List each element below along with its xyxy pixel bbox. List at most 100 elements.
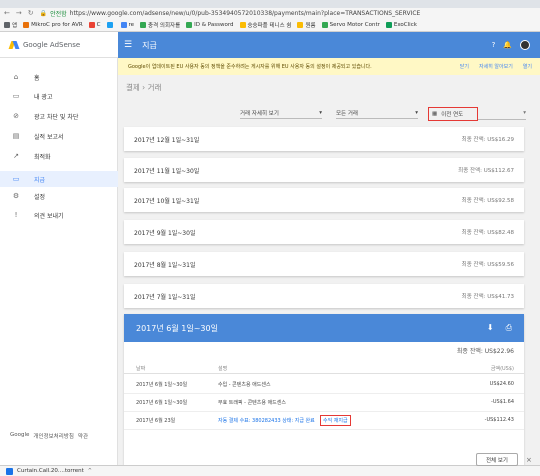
previous-year-button[interactable]: ▦ 이전 연도 [428, 107, 478, 121]
month-label: 2017년 7월 1일~31일 [134, 293, 196, 301]
month-card[interactable]: 2017년 8월 1일~31일 최종 잔액: US$59.56 [124, 252, 524, 276]
column-amount: 금액(US$) [490, 366, 514, 372]
sidebar-footer: Google 개인정보처리방침 약관 [10, 432, 88, 440]
sidebar-item-icon: ▭ [12, 92, 20, 100]
url-field[interactable]: 🔒 안전함 https://www.google.com/adsense/new… [40, 9, 421, 18]
reload-icon[interactable]: ↻ [28, 9, 34, 17]
chevron-up-icon[interactable]: ^ [88, 468, 92, 474]
bookmark-icon [186, 21, 193, 28]
transaction-type-select[interactable]: 모든 거래 ▾ [336, 107, 418, 119]
print-icon[interactable]: ⎙ [506, 323, 512, 333]
sidebar-item-8[interactable]: ! 의견 보내기 [0, 207, 118, 223]
sidebar-item-3[interactable]: ⊘ 광고 차단 및 차단 [0, 108, 118, 124]
bookmark-item[interactable]: ID & Password [186, 21, 234, 28]
bookmark-icon [120, 21, 127, 28]
table-row: 2017년 6월 1일~30일 수입 - 콘텐츠용 애드센스 US$24.60 [124, 376, 524, 394]
bookmark-item[interactable]: MikroC pro for AVR [23, 21, 83, 28]
transactions-table-header: 날짜 설명 금액(US$) [124, 362, 524, 374]
bookmark-label: ExoClick [393, 21, 417, 28]
row-date: 2017년 6월 1일~30일 [136, 400, 188, 406]
bookmark-item[interactable] [106, 21, 115, 28]
expanded-month-card: 2017년 6월 1일~30일 ⬇ ⎙ 최종 잔액: US$22.96 날짜 설… [124, 314, 524, 465]
bookmark-item[interactable]: 숭숭파플 테니스 쉼 [239, 21, 291, 29]
month-card[interactable]: 2017년 10월 1일~31일 최종 잔액: US$92.58 [124, 188, 524, 212]
help-icon[interactable]: ? [492, 41, 496, 49]
sidebar-item-label: 홈 [34, 74, 40, 82]
notice-dismiss-link[interactable]: 닫기 [460, 63, 469, 70]
row-date: 2017년 6월 1일~30일 [136, 382, 188, 388]
sidebar-item-6[interactable]: ▭ 지급 [0, 171, 118, 187]
download-file-name[interactable]: Curtain.Call.20....torrent [17, 468, 84, 474]
notification-bell-icon[interactable]: 🔔 [503, 41, 512, 49]
bookmark-icon [297, 21, 304, 28]
month-card[interactable]: 2017년 7월 1일~31일 최종 잔액: US$41.73 [124, 284, 524, 308]
expanded-month-title: 2017년 6월 1일~30일 [136, 323, 218, 333]
footer-google: Google [10, 432, 30, 438]
show-all-downloads-button[interactable]: 전체 보기 [476, 453, 518, 466]
address-bar[interactable]: ← → ↻ 🔒 안전함 https://www.google.com/adsen… [0, 8, 540, 18]
sidebar: ⌂ 홈 ▭ 내 광고 ⊘ 광고 차단 및 차단 ▤ 실적 보고서 ↗ 최적화 ▭ 지급 ⚙ 설정! 의견 보… [0, 58, 118, 465]
forward-icon[interactable]: → [16, 9, 22, 17]
table-row: 2017년 6월 23일 자동 결제 수표: 380282433 상태: 지급 완… [124, 412, 524, 430]
bookmark-icon [321, 21, 328, 28]
bookmark-item[interactable]: 충격 의회자를 [140, 21, 180, 29]
sidebar-item-7[interactable]: ⚙ 설정 [0, 188, 118, 204]
month-balance: 최종 잔액: US$92.58 [461, 198, 514, 204]
reissue-payment-link[interactable]: 수익 재지급 [320, 415, 351, 426]
sidebar-item-label: 실적 보고서 [34, 133, 64, 141]
adsense-logo-icon [8, 40, 20, 49]
transaction-view-value: 거래 자세히 보기 [240, 110, 279, 117]
page-title: 지급 [142, 40, 157, 50]
chevron-down-icon: ▾ [415, 109, 418, 116]
bookmark-item[interactable]: 앱 [4, 21, 17, 29]
bookmark-item[interactable]: 원룸 [297, 21, 316, 29]
footer-privacy-link[interactable]: 개인정보처리방침 [33, 432, 73, 440]
sidebar-item-1[interactable]: ⌂ 홈 [0, 69, 118, 85]
expanded-month-header[interactable]: 2017년 6월 1일~30일 ⬇ ⎙ [124, 314, 524, 342]
downloads-bar: Curtain.Call.20....torrent ^ [0, 465, 540, 476]
bookmark-item[interactable]: Servo Motor Contr [321, 21, 380, 28]
bookmarks-bar: 앱 MikroC pro for AVR Cre 충격 의회자를 ID & Passwo… [0, 18, 540, 32]
row-description[interactable]: 자동 결제 수표: 380282433 상태: 지급 완료 [218, 417, 315, 424]
sidebar-item-label: 의견 보내기 [34, 212, 64, 220]
download-icon[interactable]: ⬇ [487, 323, 494, 333]
month-card[interactable]: 2017년 9월 1일~30일 최종 잔액: US$82.48 [124, 220, 524, 244]
month-balance: 최종 잔액: US$112.67 [458, 168, 514, 174]
avatar[interactable] [520, 40, 530, 50]
logo-text: Google AdSense [23, 40, 81, 49]
row-description: 무효 트래픽 - 콘텐츠용 애드센스 [218, 400, 286, 406]
url-text[interactable]: https://www.google.com/adsense/new/u/0/p… [70, 10, 421, 17]
sidebar-item-label: 설정 [34, 193, 46, 201]
bookmark-label: C [96, 21, 101, 28]
month-card[interactable]: 2017년 12월 1일~31일 최종 잔액: US$16.29 [124, 127, 524, 151]
sidebar-item-icon: ↗ [13, 152, 19, 160]
sidebar-item-2[interactable]: ▭ 내 광고 [0, 88, 118, 104]
bookmark-item[interactable]: C [88, 21, 101, 28]
sidebar-item-label: 내 광고 [34, 93, 53, 101]
footer-terms-link[interactable]: 약관 [78, 432, 88, 440]
logo-area[interactable]: Google AdSense [0, 32, 118, 58]
year-range-select[interactable]: ▾ [478, 110, 526, 120]
bookmark-icon [4, 21, 10, 28]
bookmark-item[interactable]: ExoClick [385, 21, 417, 28]
month-balance: 최종 잔액: US$59.56 [461, 262, 514, 268]
row-amount: US$24.60 [489, 381, 514, 387]
month-card[interactable]: 2017년 11월 1일~30일 최종 잔액: US$112.67 [124, 158, 524, 182]
menu-icon[interactable]: ☰ [124, 40, 132, 50]
notice-learn-more-link[interactable]: 자세히 알아보기 [479, 63, 513, 70]
sidebar-item-4[interactable]: ▤ 실적 보고서 [0, 128, 118, 144]
month-label: 2017년 11월 1일~30일 [134, 167, 200, 175]
sidebar-item-icon: ⌂ [13, 73, 19, 81]
back-icon[interactable]: ← [4, 9, 10, 17]
table-row: 2017년 6월 1일~30일 무효 트래픽 - 콘텐츠용 애드센스 -US$1.6… [124, 394, 524, 412]
close-icon[interactable]: × [526, 456, 532, 464]
notice-open-link[interactable]: 열기 [523, 63, 532, 70]
column-description: 설명 [218, 366, 228, 372]
transaction-view-select[interactable]: 거래 자세히 보기 ▾ [240, 107, 322, 119]
expanded-month-balance: 최종 잔액: US$22.96 [456, 348, 514, 355]
bookmark-item[interactable]: re [120, 21, 134, 28]
sidebar-item-icon: ▭ [12, 175, 20, 183]
sidebar-item-icon: ⊘ [13, 112, 19, 120]
sidebar-item-5[interactable]: ↗ 최적화 [0, 148, 118, 164]
month-label: 2017년 9월 1일~30일 [134, 229, 196, 237]
